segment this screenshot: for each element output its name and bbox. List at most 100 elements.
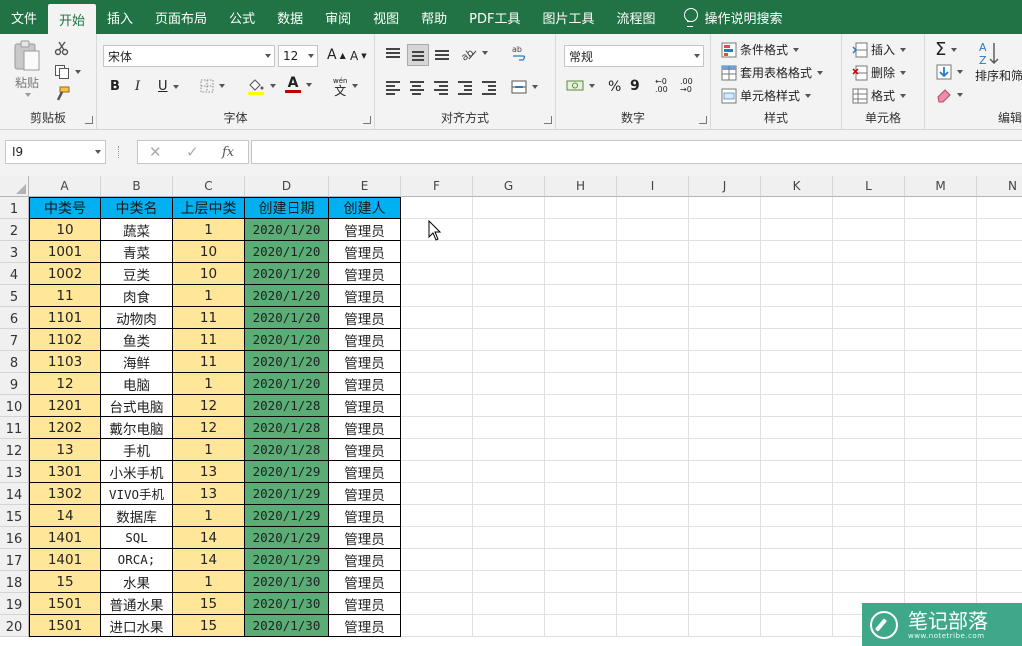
empty-cell[interactable] xyxy=(689,395,761,417)
empty-cell[interactable] xyxy=(473,285,545,307)
empty-cell[interactable] xyxy=(977,241,1022,263)
cancel-icon[interactable]: ✕ xyxy=(149,143,162,161)
table-cell[interactable]: 12 xyxy=(29,373,101,395)
tell-me-search[interactable]: 操作说明搜索 xyxy=(667,8,783,27)
table-cell[interactable]: 10 xyxy=(173,263,245,285)
empty-cell[interactable] xyxy=(977,527,1022,549)
font-size-select[interactable]: 12 xyxy=(278,45,318,67)
empty-cell[interactable] xyxy=(761,549,833,571)
table-cell[interactable]: 1 xyxy=(173,571,245,593)
table-cell[interactable]: 2020/1/20 xyxy=(245,285,329,307)
cut-button[interactable] xyxy=(54,40,70,56)
empty-cell[interactable] xyxy=(689,329,761,351)
table-cell[interactable]: 管理员 xyxy=(329,329,401,351)
table-cell[interactable]: 1103 xyxy=(29,351,101,373)
column-header-i[interactable]: I xyxy=(617,176,689,197)
underline-button[interactable]: U xyxy=(158,79,179,94)
empty-cell[interactable] xyxy=(977,373,1022,395)
empty-cell[interactable] xyxy=(761,417,833,439)
table-cell[interactable]: 15 xyxy=(173,593,245,615)
empty-cell[interactable] xyxy=(833,197,905,219)
table-cell[interactable]: 2020/1/30 xyxy=(245,571,329,593)
empty-cell[interactable] xyxy=(905,219,977,241)
empty-cell[interactable] xyxy=(545,527,617,549)
conditional-formatting-button[interactable]: 条件格式 xyxy=(721,41,800,58)
table-cell[interactable]: 2020/1/20 xyxy=(245,307,329,329)
row-header-3[interactable]: 3 xyxy=(0,241,29,263)
empty-cell[interactable] xyxy=(473,527,545,549)
column-header-m[interactable]: M xyxy=(905,176,977,197)
align-left-button[interactable] xyxy=(385,80,401,95)
empty-cell[interactable] xyxy=(473,505,545,527)
column-header-h[interactable]: H xyxy=(545,176,617,197)
row-header-14[interactable]: 14 xyxy=(0,483,29,505)
empty-cell[interactable] xyxy=(761,307,833,329)
empty-cell[interactable] xyxy=(401,285,473,307)
empty-cell[interactable] xyxy=(689,571,761,593)
empty-cell[interactable] xyxy=(977,483,1022,505)
wrap-text-button[interactable]: ab xyxy=(511,44,527,62)
table-cell[interactable]: 10 xyxy=(29,219,101,241)
row-header-4[interactable]: 4 xyxy=(0,263,29,285)
table-cell[interactable]: 1 xyxy=(173,219,245,241)
bottom-align-button[interactable] xyxy=(434,46,450,60)
empty-cell[interactable] xyxy=(617,593,689,615)
clipboard-launcher-icon[interactable] xyxy=(85,116,93,124)
empty-cell[interactable] xyxy=(473,417,545,439)
tab-help[interactable]: 帮助 xyxy=(410,0,458,34)
table-cell[interactable]: 管理员 xyxy=(329,549,401,571)
empty-cell[interactable] xyxy=(905,285,977,307)
empty-cell[interactable] xyxy=(761,329,833,351)
empty-cell[interactable] xyxy=(545,241,617,263)
row-header-5[interactable]: 5 xyxy=(0,285,29,307)
empty-cell[interactable] xyxy=(617,571,689,593)
row-header-12[interactable]: 12 xyxy=(0,439,29,461)
table-cell[interactable]: 管理员 xyxy=(329,461,401,483)
empty-cell[interactable] xyxy=(473,571,545,593)
empty-cell[interactable] xyxy=(905,307,977,329)
empty-cell[interactable] xyxy=(905,505,977,527)
column-header-d[interactable]: D xyxy=(245,176,329,197)
decrease-decimal-button[interactable]: .00 →0 xyxy=(680,78,693,94)
table-cell[interactable]: 管理员 xyxy=(329,219,401,241)
empty-cell[interactable] xyxy=(401,571,473,593)
table-cell[interactable]: 蔬菜 xyxy=(101,219,173,241)
empty-cell[interactable] xyxy=(545,219,617,241)
empty-cell[interactable] xyxy=(905,483,977,505)
empty-cell[interactable] xyxy=(473,395,545,417)
accounting-format-button[interactable] xyxy=(566,79,595,93)
table-cell[interactable]: 2020/1/20 xyxy=(245,219,329,241)
empty-cell[interactable] xyxy=(833,219,905,241)
row-header-7[interactable]: 7 xyxy=(0,329,29,351)
empty-cell[interactable] xyxy=(401,615,473,637)
row-header-8[interactable]: 8 xyxy=(0,351,29,373)
empty-cell[interactable] xyxy=(689,615,761,637)
table-cell[interactable]: 豆类 xyxy=(101,263,173,285)
table-cell[interactable]: 11 xyxy=(173,329,245,351)
table-cell[interactable]: 2020/1/29 xyxy=(245,461,329,483)
empty-cell[interactable] xyxy=(977,263,1022,285)
empty-cell[interactable] xyxy=(977,439,1022,461)
empty-cell[interactable] xyxy=(689,263,761,285)
column-header-j[interactable]: J xyxy=(689,176,761,197)
column-header-a[interactable]: A xyxy=(29,176,101,197)
fill-color-button[interactable] xyxy=(247,77,276,95)
row-header-11[interactable]: 11 xyxy=(0,417,29,439)
align-right-button[interactable] xyxy=(433,80,449,95)
table-cell[interactable]: 2020/1/28 xyxy=(245,417,329,439)
empty-cell[interactable] xyxy=(689,439,761,461)
empty-cell[interactable] xyxy=(617,373,689,395)
table-cell[interactable]: 11 xyxy=(173,307,245,329)
table-cell[interactable]: 管理员 xyxy=(329,505,401,527)
table-cell[interactable]: 动物肉 xyxy=(101,307,173,329)
empty-cell[interactable] xyxy=(473,461,545,483)
empty-cell[interactable] xyxy=(401,549,473,571)
empty-cell[interactable] xyxy=(977,417,1022,439)
column-header-n[interactable]: N xyxy=(977,176,1022,197)
empty-cell[interactable] xyxy=(545,615,617,637)
empty-cell[interactable] xyxy=(905,197,977,219)
table-cell[interactable]: 青菜 xyxy=(101,241,173,263)
table-cell[interactable]: 1302 xyxy=(29,483,101,505)
table-cell[interactable]: 2020/1/29 xyxy=(245,505,329,527)
empty-cell[interactable] xyxy=(689,307,761,329)
